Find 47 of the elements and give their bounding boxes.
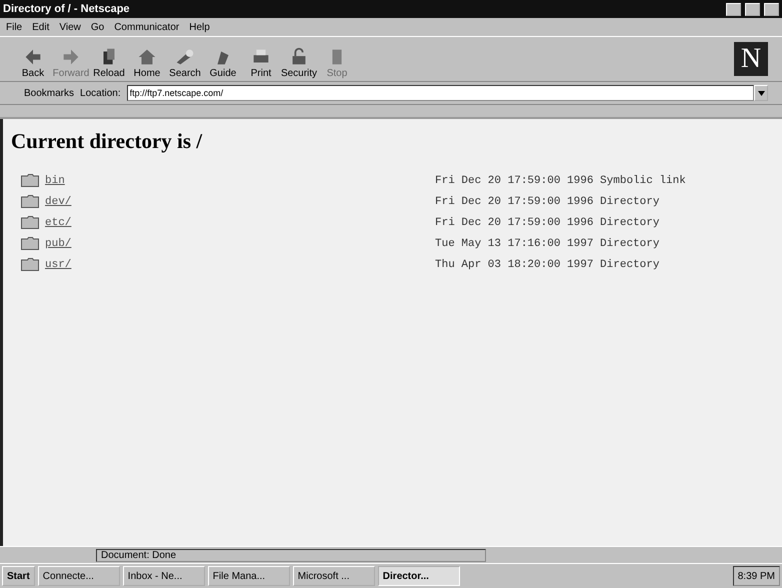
status-text: Document: Done (96, 548, 486, 562)
toolbar-button[interactable]: Home (128, 46, 166, 79)
start-button[interactable]: Start (2, 566, 35, 586)
caret-icon (758, 90, 764, 96)
file-info: Tue May 13 17:16:00 1997 Directory (435, 238, 660, 250)
folder-icon (21, 216, 39, 229)
taskbar-button[interactable]: Director... (378, 566, 460, 586)
menu-item[interactable]: Go (90, 22, 104, 32)
menu-item[interactable]: Edit (32, 22, 50, 32)
toolbar-button[interactable]: Back (14, 46, 52, 79)
file-link[interactable]: pub/ (45, 238, 72, 250)
folder-icon (21, 237, 39, 250)
folder-icon (21, 258, 39, 271)
file-link[interactable]: etc/ (45, 216, 72, 228)
file-info: Fri Dec 20 17:59:00 1996 Directory (435, 216, 660, 228)
logo: N (734, 42, 768, 76)
toolbar-button[interactable]: Security (280, 46, 318, 79)
menu-item[interactable]: View (59, 22, 81, 32)
close-button[interactable] (764, 2, 779, 16)
toolbar-button[interactable]: Print (242, 46, 280, 79)
file-link[interactable]: dev/ (45, 196, 72, 208)
taskbar-button[interactable]: File Mana... (208, 566, 290, 586)
menu-item[interactable]: Help (189, 22, 210, 32)
taskbar-button[interactable]: Microsoft ... (292, 566, 375, 586)
folder-icon (21, 195, 39, 208)
dropdown-button[interactable] (754, 85, 768, 101)
clock: 8:39 PM (732, 566, 780, 586)
taskbar-button[interactable]: Connecte... (38, 566, 120, 586)
minimize-button[interactable] (726, 2, 741, 16)
file-info: Fri Dec 20 17:59:00 1996 Directory (435, 196, 660, 208)
maximize-button[interactable] (745, 2, 760, 16)
page-heading: Current directory is / (11, 129, 204, 154)
file-info: Thu Apr 03 18:20:00 1997 Directory (435, 258, 660, 270)
location-field[interactable]: ftp://ftp7.netscape.com/ (126, 85, 754, 101)
window-title: Directory of / - Netscape (3, 3, 131, 15)
file-info: Fri Dec 20 17:59:00 1996 Symbolic link (435, 174, 686, 186)
folder-icon (21, 174, 39, 187)
taskbar-button[interactable]: Inbox - Ne... (122, 566, 205, 586)
menu-item[interactable]: Communicator (114, 22, 180, 32)
toolbar-button[interactable]: Reload (90, 46, 128, 79)
file-link[interactable]: bin (45, 174, 65, 186)
location-label: Location: (80, 88, 121, 98)
file-link[interactable]: usr/ (45, 258, 72, 270)
bookmarks-button[interactable]: Bookmarks (24, 88, 74, 98)
menu-item[interactable]: File (6, 22, 22, 32)
toolbar-button[interactable]: Guide (204, 46, 242, 79)
toolbar-button[interactable]: Search (166, 46, 204, 79)
